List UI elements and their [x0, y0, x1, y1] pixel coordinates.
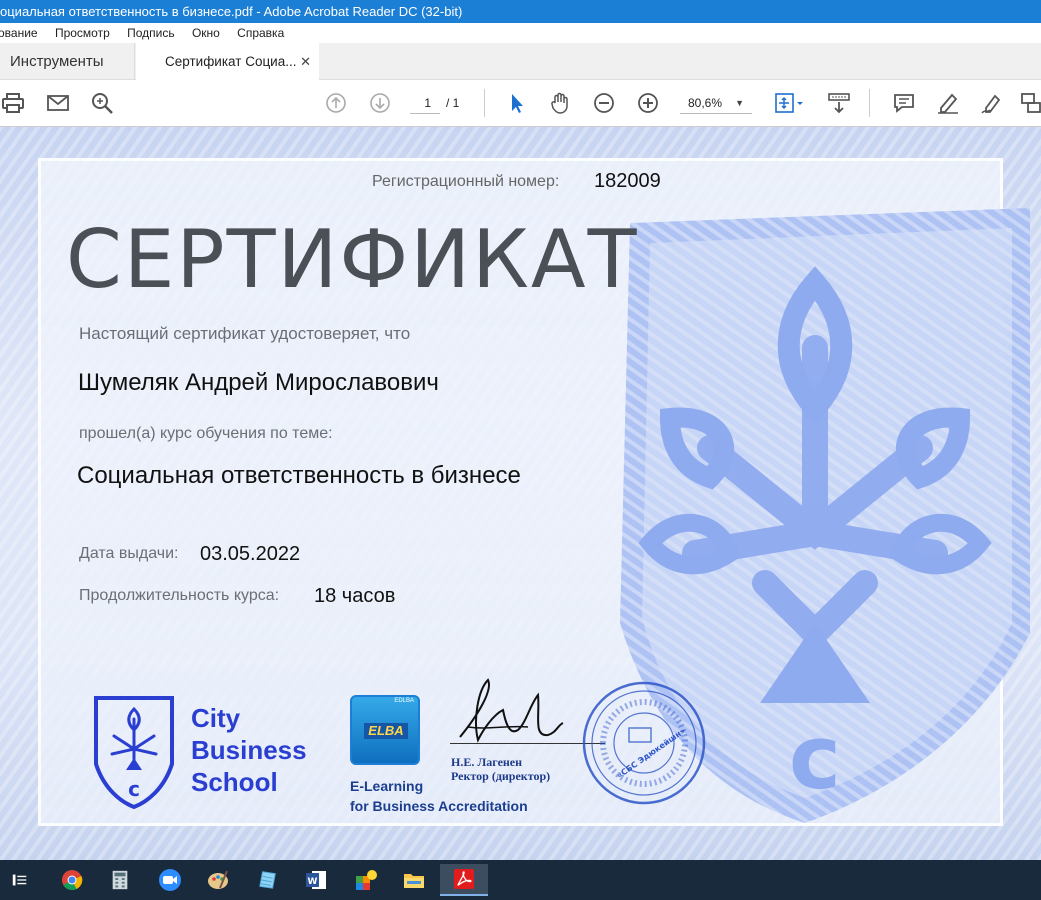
- stamp-icon: «СБС Эдюкейшн»: [582, 681, 706, 805]
- menu-item-help[interactable]: Справка: [237, 23, 284, 43]
- page-total: / 1: [446, 96, 460, 110]
- chevron-down-icon: ▼: [735, 98, 744, 108]
- toolbar-divider: [484, 89, 485, 117]
- tab-document[interactable]: Сертификат Социа... ✕: [136, 43, 319, 80]
- highlight-icon[interactable]: [935, 90, 961, 116]
- zoom-icon[interactable]: [154, 864, 186, 896]
- duration-value: 18 часов: [314, 585, 396, 607]
- menu-item-edit[interactable]: ование: [0, 23, 38, 43]
- chrome-icon[interactable]: [56, 864, 88, 896]
- window-title: оциальная ответственность в бизнесе.pdf …: [0, 4, 463, 19]
- menu-item-sign[interactable]: Подпись: [127, 23, 175, 43]
- signer-info: Н.Е. Лагенен Ректор (директор): [451, 755, 550, 783]
- menu-item-view[interactable]: Просмотр: [55, 23, 110, 43]
- toolbar-divider: [869, 89, 870, 117]
- fit-page-icon[interactable]: [772, 90, 806, 116]
- page-number-input[interactable]: 1: [410, 92, 440, 114]
- zoom-select[interactable]: 80,6% ▼: [680, 92, 752, 114]
- zoom-value: 80,6%: [688, 96, 723, 110]
- registration-number: 182009: [594, 170, 661, 192]
- elba-logo-icon: EDLBA ELBA: [350, 695, 420, 765]
- certificate-page: c Регистрационный номер: 182009 СЕРТИФИК…: [0, 127, 1041, 860]
- cbs-line-3: School: [191, 767, 278, 797]
- calculator-icon[interactable]: [104, 864, 136, 896]
- course-intro: прошел(а) курс обучения по теме:: [79, 425, 333, 442]
- word-icon[interactable]: W: [300, 864, 332, 896]
- svg-text:c: c: [789, 706, 841, 809]
- comment-icon[interactable]: [891, 90, 917, 116]
- menu-bar: ование Просмотр Подпись Окно Справка: [0, 23, 1041, 43]
- certificate-title: СЕРТИФИКАТ: [66, 213, 639, 306]
- more-tools-icon[interactable]: [1018, 90, 1041, 116]
- window-title-bar: оциальная ответственность в бизнесе.pdf …: [0, 0, 1041, 23]
- cbs-name: City Business School: [191, 702, 307, 798]
- sign-icon[interactable]: [979, 90, 1005, 116]
- page-down-icon[interactable]: [367, 90, 393, 116]
- cbs-line-2: Business: [191, 735, 307, 765]
- notepad-icon[interactable]: [252, 864, 284, 896]
- certificate-intro: Настоящий сертификат удостоверяет, что: [79, 324, 411, 343]
- course-title: Социальная ответственность в бизнесе: [77, 462, 521, 489]
- signer-role: Ректор (директор): [451, 769, 551, 783]
- search-icon[interactable]: [89, 90, 115, 116]
- page-up-icon[interactable]: [323, 90, 349, 116]
- menu-item-window[interactable]: Окно: [192, 23, 220, 43]
- acrobat-icon[interactable]: [440, 864, 488, 896]
- print-icon[interactable]: [0, 90, 26, 116]
- hand-icon[interactable]: [547, 90, 573, 116]
- task-view-icon[interactable]: [4, 864, 36, 896]
- duration-label: Продолжительность курса:: [79, 587, 280, 604]
- city-business-school-logo-icon: c: [94, 696, 174, 810]
- svg-text:W: W: [308, 877, 318, 887]
- document-viewport[interactable]: c Регистрационный номер: 182009 СЕРТИФИК…: [0, 127, 1041, 860]
- taskbar: W: [0, 860, 1041, 900]
- issue-date-value: 03.05.2022: [200, 543, 301, 565]
- scroll-mode-icon[interactable]: [826, 90, 852, 116]
- elba-tag: EDLBA: [394, 698, 414, 704]
- registration-label: Регистрационный номер:: [372, 173, 560, 190]
- close-icon[interactable]: ✕: [300, 43, 311, 80]
- tab-bar: Инструменты Сертификат Социа... ✕: [0, 43, 1041, 80]
- elba-line-2: for Business Accreditation: [350, 798, 528, 814]
- cbs-line-1: City: [191, 703, 241, 733]
- file-explorer-icon[interactable]: [398, 864, 430, 896]
- tab-tools[interactable]: Инструменты: [0, 43, 135, 80]
- zoom-out-icon[interactable]: [591, 90, 617, 116]
- mail-icon[interactable]: [45, 90, 71, 116]
- svg-text:c: c: [128, 777, 140, 801]
- app-icon[interactable]: [350, 864, 382, 896]
- tab-document-label: Сертификат Социа...: [165, 54, 297, 69]
- elba-mark: ELBA: [364, 723, 408, 739]
- select-pointer-icon[interactable]: [504, 90, 530, 116]
- signer-name: Н.Е. Лагенен: [451, 755, 523, 769]
- recipient-name: Шумеляк Андрей Мирославович: [78, 369, 439, 396]
- zoom-in-icon[interactable]: [635, 90, 661, 116]
- paint-icon[interactable]: [202, 864, 234, 896]
- issue-date-label: Дата выдачи:: [79, 545, 179, 562]
- toolbar: 1 / 1 80,6% ▼: [0, 80, 1041, 127]
